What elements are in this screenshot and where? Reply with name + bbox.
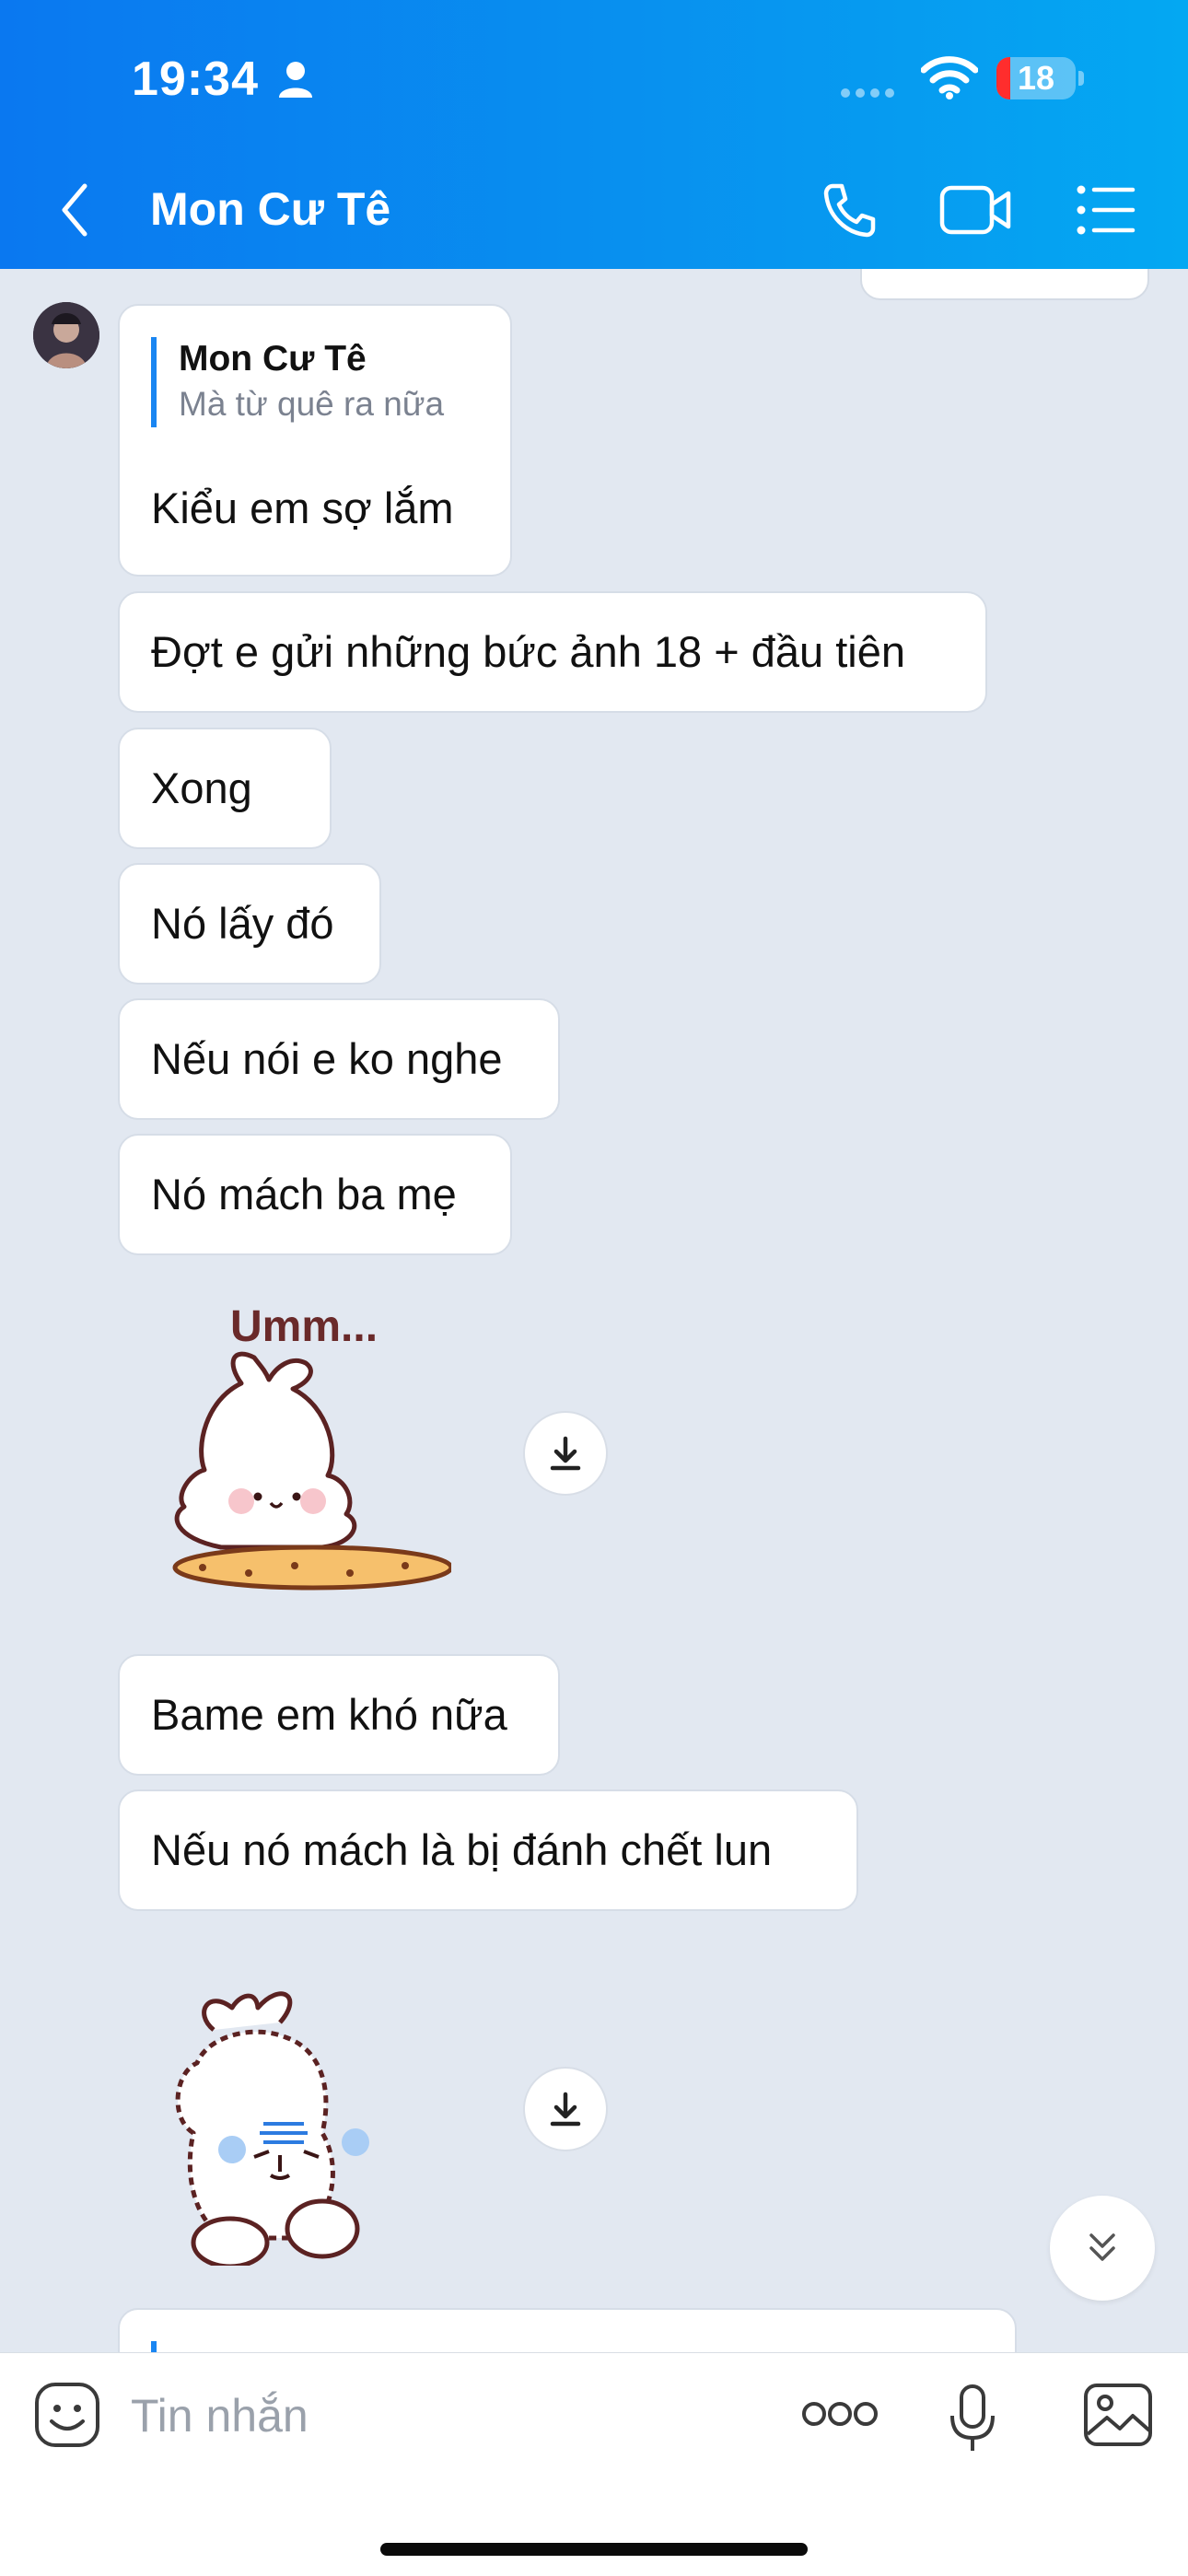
- battery-level-text: 18: [1017, 59, 1055, 97]
- back-icon[interactable]: [57, 181, 94, 239]
- sticker-download-button[interactable]: [523, 2067, 608, 2151]
- video-call-icon[interactable]: [939, 184, 1013, 236]
- options-menu-icon[interactable]: [1076, 182, 1136, 238]
- status-time: 19:34: [132, 52, 259, 106]
- person-icon: [279, 62, 312, 98]
- message-input-bar: [0, 2352, 1188, 2576]
- message-text: Nếu nó mách là bị đánh chết lun: [151, 1825, 773, 1874]
- signal-icon: [841, 88, 894, 98]
- message-text: Kiểu em sợ lắm: [151, 484, 454, 532]
- image-icon[interactable]: [1083, 2383, 1153, 2447]
- message-text: Nó mách ba mẹ: [151, 1170, 457, 1218]
- chat-header: 19:34 18 Mon Cư Tê: [0, 0, 1188, 269]
- message-text: Nó lấy đó: [151, 899, 334, 948]
- sticker-download-button[interactable]: [523, 1411, 608, 1496]
- message-bubble-8[interactable]: Nếu nó mách là bị đánh chết lun: [118, 1789, 858, 1911]
- contact-avatar[interactable]: [33, 302, 99, 368]
- message-input[interactable]: [129, 2375, 777, 2456]
- reply-quote[interactable]: Mon Cư Tê Mà từ quê ra nữa: [151, 337, 444, 427]
- message-bubble-3[interactable]: Nó lấy đó: [118, 863, 381, 985]
- more-icon[interactable]: [801, 2397, 879, 2430]
- message-bubble-7[interactable]: Bame em khó nữa: [118, 1654, 560, 1776]
- message-bubble-5[interactable]: Nó mách ba mẹ: [118, 1134, 512, 1255]
- message-bubble-2[interactable]: Xong: [118, 728, 332, 849]
- download-icon: [550, 1436, 581, 1471]
- home-indicator: [380, 2543, 808, 2556]
- message-bubble-4[interactable]: Nếu nói e ko nghe: [118, 998, 560, 1120]
- message-text: Bame em khó nữa: [151, 1690, 507, 1739]
- sticker-bunny-umm[interactable]: Umm...: [166, 1299, 454, 1593]
- message-list[interactable]: Mon Cư Tê Mà từ quê ra nữa Kiểu em sợ lắ…: [0, 269, 1188, 2352]
- message-bubble-1[interactable]: Đợt e gửi những bức ảnh 18 + đầu tiên: [118, 591, 987, 713]
- message-text: Nếu nói e ko nghe: [151, 1034, 503, 1083]
- chat-title[interactable]: Mon Cư Tê: [150, 182, 390, 236]
- next-message-bubble[interactable]: [118, 2308, 1017, 2352]
- battery-indicator: 18: [996, 57, 1085, 101]
- download-icon: [550, 2092, 581, 2127]
- message-text: Xong: [151, 763, 252, 812]
- wifi-icon: [921, 56, 978, 99]
- message-text: Đợt e gửi những bức ảnh 18 + đầu tiên: [151, 627, 905, 676]
- double-chevron-down-icon: [1089, 2233, 1115, 2261]
- scroll-to-bottom-button[interactable]: [1050, 2196, 1155, 2301]
- message-bubble-0[interactable]: Mon Cư Tê Mà từ quê ra nữa Kiểu em sợ lắ…: [118, 304, 512, 577]
- sticker-emoji-icon[interactable]: [33, 2381, 101, 2449]
- sticker-bunny-sitting[interactable]: [166, 1962, 433, 2269]
- sticker-caption: Umm...: [230, 1302, 378, 1351]
- previous-message-bubble[interactable]: [860, 269, 1149, 300]
- microphone-icon[interactable]: [949, 2384, 996, 2453]
- quote-text: Mà từ quê ra nữa: [179, 385, 445, 423]
- phone-call-icon[interactable]: [820, 181, 879, 239]
- quote-author: Mon Cư Tê: [179, 339, 367, 379]
